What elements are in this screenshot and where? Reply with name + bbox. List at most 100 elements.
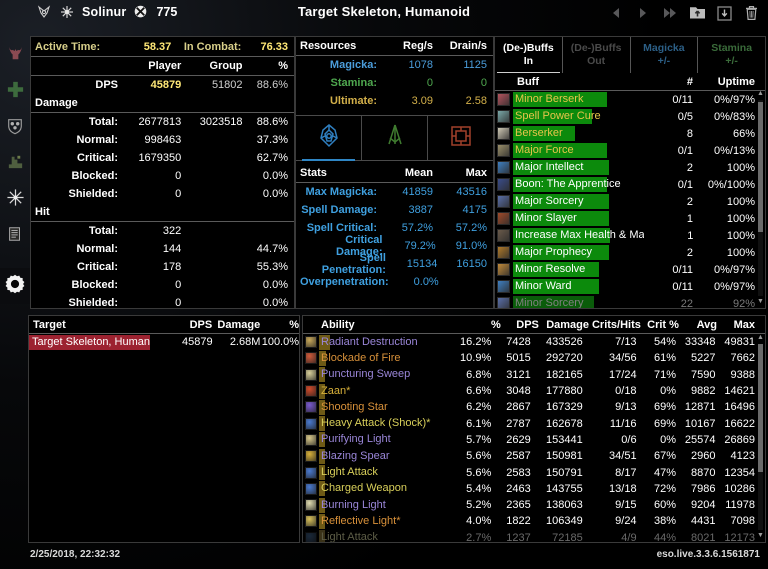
ability-name-cell: Puncturing Sweep [319, 367, 454, 383]
buff-row[interactable]: Major Force 0/1 0%/13% [495, 142, 765, 159]
buffs-scroll-thumb[interactable] [758, 102, 763, 232]
app-window: Solinur 775 Target Skeleton, Humanoid Ac… [0, 0, 768, 569]
ability-dps: 2629 [506, 433, 531, 446]
gear-icon [4, 273, 26, 300]
abilities-panel: Ability % DPS Damage Crits/Hits Crit % A… [302, 315, 766, 543]
buff-rows: Minor Berserk 0/11 0%/97% Spell Power Cure 0… [495, 91, 765, 308]
buff-row[interactable]: Minor Berserk 0/11 0%/97% [495, 91, 765, 108]
abilities-scroll-down-arrow[interactable]: ▼ [757, 532, 764, 540]
ability-row[interactable]: Radiant Destruction 16.2% 7428 433526 7/13 54… [303, 334, 765, 350]
ability-row[interactable]: Puncturing Sweep 6.8% 3121 182165 17/24 71% 75… [303, 367, 765, 383]
buffs-scroll-down-arrow[interactable]: ▼ [757, 298, 764, 306]
buff-row[interactable]: Minor Slayer 1 100% [495, 210, 765, 227]
summary-row: Critical: 178 55.3% [31, 258, 294, 276]
dps-group: 51802 [211, 79, 243, 91]
delete-button[interactable] [742, 4, 760, 22]
ability-name-cell: Zaan* [319, 383, 454, 399]
buffs-scroll-up-arrow[interactable]: ▲ [757, 90, 764, 98]
ability-row[interactable]: Burning Light 5.2% 2365 138063 9/15 60% 9204 11… [303, 497, 765, 513]
column-reg: Reg/s [403, 40, 433, 52]
ability-name: Shooting Star [321, 400, 388, 413]
sidebar-item-healing[interactable] [0, 74, 30, 110]
summary-row: Blocked: 0 0.0% [31, 276, 294, 294]
buff-row[interactable]: Major Prophecy 2 100% [495, 244, 765, 261]
scroll-log-icon [6, 225, 24, 248]
ability-damage: 292720 [546, 352, 583, 365]
sidebar-item-shield[interactable] [0, 110, 30, 146]
previous-fight-button[interactable] [607, 4, 625, 22]
ability-name: Reflective Light* [321, 514, 401, 527]
buff-row[interactable]: Minor Resolve 0/11 0%/97% [495, 261, 765, 278]
ability-damage: 167329 [546, 401, 583, 414]
ability-row[interactable]: Light Attack 2.7% 1237 72185 4/9 44% 8021 12173 [303, 530, 765, 542]
ability-dps: 2787 [506, 417, 531, 430]
ability-damage: 177880 [546, 385, 583, 398]
buff-row[interactable]: Berserker 8 66% [495, 125, 765, 142]
save-button[interactable] [715, 4, 733, 22]
buff-name-cell: Increase Max Health & Ma [513, 228, 644, 243]
buff-row[interactable]: Boon: The Apprentice 0/1 0%/100% [495, 176, 765, 193]
sidebar-item-buffs[interactable] [0, 182, 30, 218]
buff-count: 0/1 [677, 178, 693, 191]
tab-magicka[interactable]: Magicka +/- [629, 37, 698, 73]
ability-row[interactable]: Reflective Light* 4.0% 1822 106349 9/24 38% 44… [303, 513, 765, 529]
stat-row: Overpenetration: 0.0% [296, 273, 493, 291]
ability-pct: 5.2% [466, 499, 492, 512]
ability-row[interactable]: Light Attack 5.6% 2583 150791 8/17 47% 8870 123… [303, 464, 765, 481]
summary-row: Total: 2677813 3023518 88.6% [31, 113, 294, 131]
sidebar-item-settings[interactable] [0, 268, 30, 304]
buffs-scrollbar[interactable]: ▲ ▼ [757, 90, 764, 306]
sidebar-item-tanking[interactable] [0, 146, 30, 182]
buff-row[interactable]: Minor Sorcery 22 92% [495, 295, 765, 308]
buff-name: Minor Ward [515, 280, 572, 292]
ability-name: Heavy Attack (Shock)* [321, 417, 431, 430]
next-fight-button[interactable] [634, 4, 652, 22]
ability-icon [305, 515, 317, 528]
resources-title: Resources [300, 40, 357, 52]
abilities-scrollbar[interactable]: ▲ ▼ [757, 334, 764, 540]
buff-row[interactable]: Major Sorcery 2 100% [495, 193, 765, 210]
target-row[interactable]: Target Skeleton, Human 45879 2.68M 100.0% [29, 334, 299, 350]
ability-row[interactable]: Shooting Star 6.2% 2867 167329 9/13 69% 12871 1… [303, 399, 765, 415]
abilities-scroll-up-arrow[interactable]: ▲ [757, 334, 764, 342]
starburst-icon [6, 188, 25, 212]
ability-row[interactable]: Blazing Spear 5.6% 2587 150981 34/51 67% 2960 4… [303, 448, 765, 464]
tab-debuffs-out[interactable]: (De-)Buffs Out [561, 37, 630, 73]
export-button[interactable] [688, 4, 706, 22]
ability-pct: 10.9% [460, 352, 492, 365]
tab-debuffs-in[interactable]: (De-)Buffs In [495, 37, 562, 73]
active-time-value: 58.37 [143, 40, 172, 53]
ability-avg: 7986 [691, 482, 716, 495]
ability-crits-hits: 9/13 [615, 401, 637, 414]
active-time-row: Active Time: 58.37 In Combat: 76.33 [31, 37, 294, 57]
stat-row-mean: 0.0% [413, 276, 439, 288]
resource-tab-ultimate[interactable] [427, 116, 493, 160]
summary-row-label: Normal: [76, 243, 119, 255]
abilities-scroll-thumb[interactable] [758, 344, 763, 472]
buff-row[interactable]: Spell Power Cure 0/5 0%/83% [495, 108, 765, 125]
stat-row-label: Overpenetration: [300, 276, 389, 288]
buff-row[interactable]: Minor Ward 0/11 0%/97% [495, 278, 765, 295]
column-count: # [686, 75, 693, 88]
ability-row[interactable]: Purifying Light 5.7% 2629 153441 0/6 0% 25574 2… [303, 432, 765, 448]
buff-name: Boon: The Apprentice [515, 178, 621, 190]
ability-name: Charged Weapon [321, 482, 408, 495]
buff-row[interactable]: Increase Max Health & Ma 1 100% [495, 227, 765, 244]
sidebar-item-damage[interactable] [0, 38, 30, 74]
stat-row-mean: 3887 [408, 204, 433, 216]
ability-row[interactable]: Blockade of Fire 10.9% 5015 292720 34/56 61% 5… [303, 350, 765, 366]
last-fight-button[interactable] [661, 4, 679, 22]
ability-row[interactable]: Zaan* 6.6% 3048 177880 0/18 0% 9882 14621 [303, 383, 765, 399]
ability-dps: 2867 [506, 401, 531, 414]
resource-tab-magicka[interactable] [296, 116, 361, 161]
ability-pct: 6.2% [466, 401, 492, 414]
ability-name: Radiant Destruction [321, 335, 418, 348]
buff-row[interactable]: Major Intellect 2 100% [495, 159, 765, 176]
tab-stamina[interactable]: Stamina +/- [697, 37, 765, 73]
ability-row[interactable]: Charged Weapon 5.4% 2463 143755 13/18 72% 7986… [303, 481, 765, 497]
ability-damage: 138063 [546, 499, 583, 512]
sidebar-item-log[interactable] [0, 218, 30, 254]
ability-pct: 6.6% [466, 385, 492, 398]
ability-row[interactable]: Heavy Attack (Shock)* 6.1% 2787 162678 11/16… [303, 415, 765, 432]
resource-tab-stamina[interactable] [361, 116, 427, 160]
